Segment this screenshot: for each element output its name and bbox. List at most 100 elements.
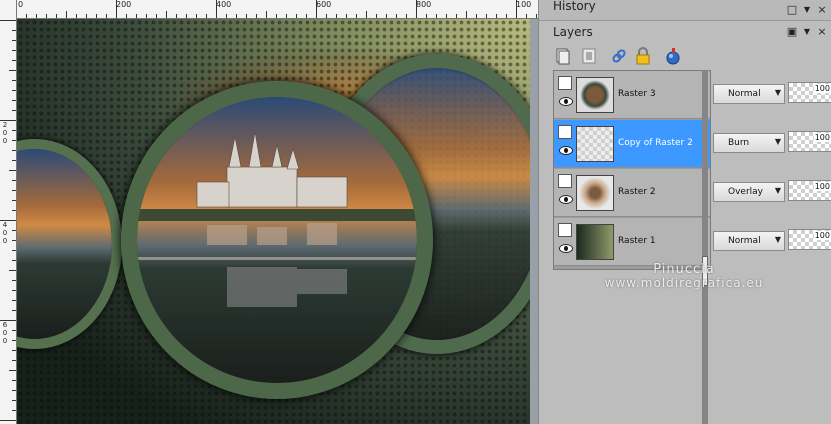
layer-group-icon[interactable] — [558, 125, 572, 139]
opacity-slider[interactable]: 100 — [788, 82, 831, 103]
ruler-tick — [12, 350, 16, 351]
layer-row-raster-3[interactable]: Raster 3 — [554, 71, 710, 119]
ruler-tick — [12, 230, 16, 231]
layers-toolbar — [553, 46, 753, 68]
dock-icon[interactable]: ▣ — [786, 26, 798, 38]
ruler-tick — [436, 14, 437, 18]
lock-icon[interactable] — [633, 46, 653, 66]
new-layer-icon[interactable] — [553, 46, 573, 66]
castle-scene — [137, 131, 417, 307]
image-canvas[interactable] — [17, 19, 530, 424]
dock-icon[interactable]: □ — [786, 4, 798, 16]
eye-icon[interactable] — [559, 244, 573, 253]
blend-mode-value: Normal — [728, 236, 761, 246]
ruler-label: 0 — [2, 129, 8, 137]
layer-group-icon[interactable] — [558, 223, 572, 237]
layer-row-raster-1[interactable]: Raster 1 — [554, 218, 710, 266]
link-icon[interactable] — [609, 46, 629, 66]
ruler-tick — [66, 11, 67, 18]
layer-thumbnail — [576, 224, 614, 260]
ruler-tick — [416, 0, 417, 18]
close-icon[interactable]: × — [816, 4, 828, 16]
opacity-slider[interactable]: 100 — [788, 229, 831, 250]
ruler-tick — [0, 420, 16, 421]
ruler-tick — [156, 14, 157, 18]
ruler-tick — [316, 0, 317, 18]
ruler-tick — [186, 14, 187, 18]
ruler-tick — [12, 80, 16, 81]
eye-icon[interactable] — [559, 97, 573, 106]
ruler-tick — [356, 14, 357, 18]
close-icon[interactable]: × — [816, 26, 828, 38]
chevron-down-icon: ▼ — [774, 235, 781, 244]
ruler-tick — [226, 14, 227, 18]
menu-arrow-icon[interactable]: ▼ — [801, 26, 813, 38]
ruler-tick — [12, 190, 16, 191]
mask-icon[interactable] — [579, 46, 599, 66]
vertical-ruler: 2 0 0 4 0 0 6 0 0 — [0, 0, 17, 424]
opacity-slider[interactable]: 100 — [788, 131, 831, 152]
layer-thumbnail — [576, 175, 614, 211]
chevron-down-icon: ▼ — [774, 88, 781, 97]
ruler-tick — [76, 14, 77, 18]
ruler-tick — [216, 0, 217, 18]
ruler-label: 100 — [516, 0, 532, 9]
ruler-tick — [12, 140, 16, 141]
ruler-label: 0 — [18, 0, 24, 9]
ruler-tick — [406, 14, 407, 18]
layers-list: Raster 3 Copy of Raster 2 Raster 2 Raste… — [553, 70, 711, 270]
ruler-tick — [146, 14, 147, 18]
ruler-tick — [12, 400, 16, 401]
ruler-label: 0 — [2, 337, 8, 345]
ruler-label: 0 — [2, 229, 8, 237]
ruler-tick — [12, 260, 16, 261]
eye-icon[interactable] — [559, 195, 573, 204]
blend-mode-select[interactable]: Normal ▼ — [713, 84, 785, 104]
ruler-tick — [386, 14, 387, 18]
panel-splitter[interactable] — [702, 70, 708, 424]
ruler-tick — [12, 240, 16, 241]
history-panel-header[interactable]: History □ ▼ × — [539, 0, 831, 21]
ruler-tick — [196, 14, 197, 18]
ruler-tick — [366, 11, 367, 18]
ruler-tick — [426, 14, 427, 18]
opacity-slider[interactable]: 100 — [788, 180, 831, 201]
ruler-tick — [12, 60, 16, 61]
ruler-tick — [276, 14, 277, 18]
ruler-tick — [0, 220, 16, 221]
ruler-label: 600 — [316, 0, 332, 9]
ruler-tick — [12, 160, 16, 161]
blend-mode-value: Burn — [728, 138, 750, 148]
eye-icon[interactable] — [559, 146, 573, 155]
menu-arrow-icon[interactable]: ▼ — [801, 4, 813, 16]
layer-group-icon[interactable] — [558, 76, 572, 90]
ruler-tick — [246, 14, 247, 18]
layer-group-icon[interactable] — [558, 174, 572, 188]
ruler-label: 0 — [2, 137, 8, 145]
blend-mode-select[interactable]: Overlay ▼ — [713, 182, 785, 202]
layer-row-copy-of-raster-2[interactable]: Copy of Raster 2 — [554, 120, 710, 168]
ruler-tick — [486, 14, 487, 18]
ruler-tick — [0, 120, 16, 121]
blend-mode-select[interactable]: Normal ▼ — [713, 231, 785, 251]
blend-mode-select[interactable]: Burn ▼ — [713, 133, 785, 153]
opacity-value: 100 — [813, 182, 831, 191]
layer-row-raster-2[interactable]: Raster 2 — [554, 169, 710, 217]
layer-style-icon[interactable] — [663, 46, 683, 66]
ruler-tick — [9, 170, 16, 171]
splitter-handle[interactable] — [702, 256, 708, 286]
ruler-tick — [116, 0, 117, 18]
layers-panel-title: Layers — [553, 25, 593, 39]
ruler-tick — [166, 11, 167, 18]
ruler-label: 200 — [116, 0, 132, 9]
ruler-tick — [496, 14, 497, 18]
ruler-tick — [12, 200, 16, 201]
ruler-label: 4 — [2, 221, 8, 229]
ruler-tick — [12, 50, 16, 51]
layers-panel-header[interactable]: Layers ▣ ▼ × — [539, 22, 831, 42]
ruler-tick — [336, 14, 337, 18]
ruler-tick — [12, 310, 16, 311]
ruler-tick — [12, 90, 16, 91]
ruler-tick — [176, 14, 177, 18]
layer-thumbnail — [576, 126, 614, 162]
